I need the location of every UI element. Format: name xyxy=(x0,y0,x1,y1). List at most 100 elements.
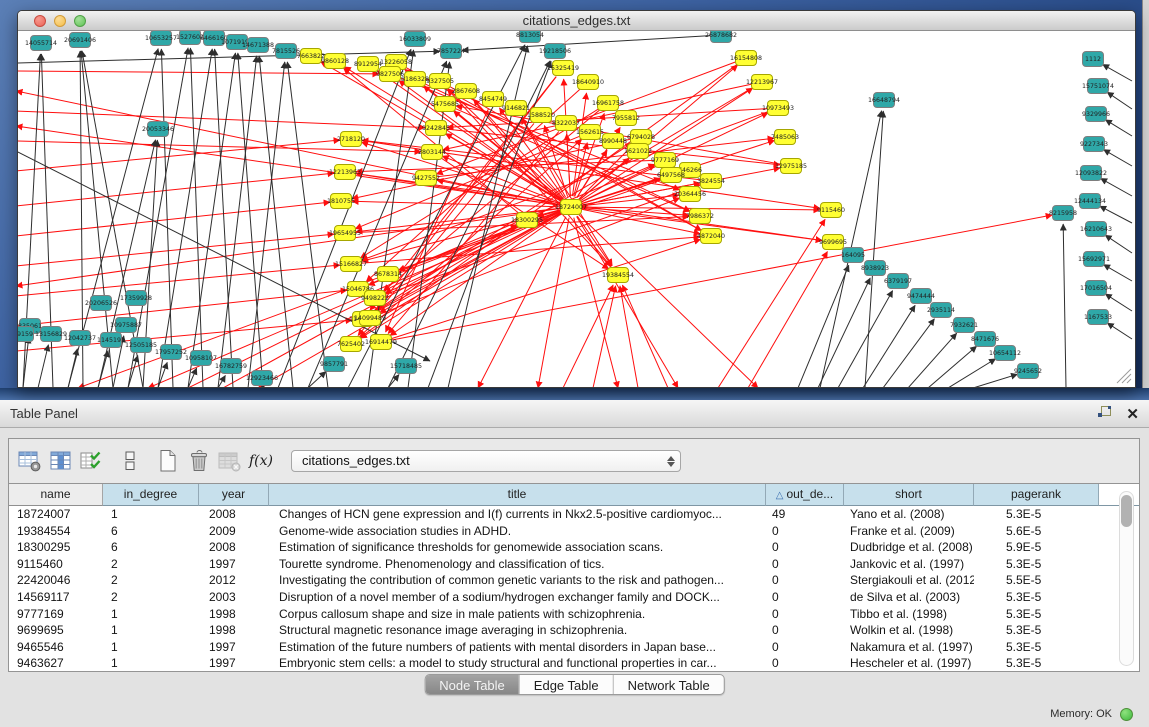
network-window-titlebar[interactable]: citations_edges.txt xyxy=(18,11,1135,31)
table-cell[interactable]: 2003 xyxy=(199,589,269,606)
tab-network-table[interactable]: Network Table xyxy=(613,675,724,694)
table-cell[interactable]: Nakamura et al. (1997) xyxy=(844,639,974,656)
table-body[interactable]: 1872400712008Changes of HCN gene express… xyxy=(9,506,1139,671)
table-cell[interactable]: Wolkin et al. (1998) xyxy=(844,622,974,639)
table-cell[interactable]: 1998 xyxy=(199,622,269,639)
table-cell[interactable]: 2008 xyxy=(199,506,269,523)
table-cell[interactable]: 0 xyxy=(766,572,844,589)
table-cell[interactable]: 6 xyxy=(103,523,199,540)
column-header-out_de[interactable]: △out_de... xyxy=(766,484,844,506)
function-builder-icon[interactable]: f(x) xyxy=(248,448,274,474)
table-selector-dropdown[interactable]: citations_edges.txt xyxy=(291,450,681,472)
table-cell[interactable]: Estimation of significance thresholds fo… xyxy=(269,539,766,556)
column-header-pagerank[interactable]: pagerank xyxy=(974,484,1099,506)
table-cell[interactable]: 5.3E-5 xyxy=(974,589,1099,606)
table-cell[interactable]: 5.3E-5 xyxy=(974,639,1099,656)
table-cell[interactable]: 1 xyxy=(103,506,199,523)
new-column-icon[interactable] xyxy=(17,448,43,474)
table-cell[interactable]: 18300295 xyxy=(9,539,103,556)
table-cell[interactable]: Changes of HCN gene expression and I(f) … xyxy=(269,506,766,523)
table-cell[interactable]: 9777169 xyxy=(9,606,103,623)
network-canvas[interactable]: 1405571420691406106532571527602646616010… xyxy=(18,31,1135,387)
table-cell[interactable]: 9463627 xyxy=(9,655,103,671)
table-header-row[interactable]: namein_degreeyeartitle△out_de...shortpag… xyxy=(9,484,1139,506)
table-cell[interactable]: 0 xyxy=(766,622,844,639)
table-row[interactable]: 2242004622012Investigating the contribut… xyxy=(9,572,1139,589)
table-row[interactable]: 977716911998Corpus callosum shape and si… xyxy=(9,606,1139,623)
table-cell[interactable]: 1 xyxy=(103,655,199,671)
column-header-in_degree[interactable]: in_degree xyxy=(103,484,199,506)
edit-table-values-icon[interactable] xyxy=(79,448,105,474)
new-table-icon[interactable] xyxy=(155,448,181,474)
table-cell[interactable]: 2 xyxy=(103,556,199,573)
table-row[interactable]: 1830029562008Estimation of significance … xyxy=(9,539,1139,556)
table-cell[interactable]: 5.9E-5 xyxy=(974,539,1099,556)
table-cell[interactable]: 0 xyxy=(766,523,844,540)
table-cell[interactable]: 1997 xyxy=(199,639,269,656)
network-graph[interactable]: 1405571420691406106532571527602646616010… xyxy=(18,31,1135,387)
table-cell[interactable]: 1997 xyxy=(199,655,269,671)
table-cell[interactable]: 6 xyxy=(103,539,199,556)
table-cell[interactable]: 0 xyxy=(766,639,844,656)
table-cell[interactable]: Franke et al. (2009) xyxy=(844,523,974,540)
table-cell[interactable]: Corpus callosum shape and size in male p… xyxy=(269,606,766,623)
tab-edge-table[interactable]: Edge Table xyxy=(519,675,613,694)
table-cell[interactable]: Disruption of a novel member of a sodium… xyxy=(269,589,766,606)
table-cell[interactable]: 5.3E-5 xyxy=(974,622,1099,639)
tab-node-table[interactable]: Node Table xyxy=(425,675,519,694)
table-cell[interactable]: 1 xyxy=(103,639,199,656)
table-cell[interactable]: Estimation of the future numbers of pati… xyxy=(269,639,766,656)
table-row[interactable]: 946554611997Estimation of the future num… xyxy=(9,639,1139,656)
table-cell[interactable]: 5.3E-5 xyxy=(974,506,1099,523)
table-cell[interactable]: 14569117 xyxy=(9,589,103,606)
table-cell[interactable]: Investigating the contribution of common… xyxy=(269,572,766,589)
table-scrollbar-thumb[interactable] xyxy=(1121,495,1132,527)
table-cell[interactable]: 18724007 xyxy=(9,506,103,523)
table-cell[interactable]: 9465546 xyxy=(9,639,103,656)
table-cell[interactable]: 22420046 xyxy=(9,572,103,589)
table-row[interactable]: 969969511998Structural magnetic resonanc… xyxy=(9,622,1139,639)
table-cell[interactable]: Yano et al. (2008) xyxy=(844,506,974,523)
table-cell[interactable]: Jankovic et al. (1997) xyxy=(844,556,974,573)
table-cell[interactable]: 0 xyxy=(766,556,844,573)
table-cell[interactable]: 2008 xyxy=(199,539,269,556)
table-cell[interactable]: 5.5E-5 xyxy=(974,572,1099,589)
table-cell[interactable]: Hescheler et al. (1997) xyxy=(844,655,974,671)
table-cell[interactable]: 1 xyxy=(103,606,199,623)
table-cell[interactable]: 2009 xyxy=(199,523,269,540)
column-header-year[interactable]: year xyxy=(199,484,269,506)
table-cell[interactable]: 0 xyxy=(766,655,844,671)
table-cell[interactable]: 0 xyxy=(766,539,844,556)
table-cell[interactable]: 9115460 xyxy=(9,556,103,573)
table-cell[interactable]: 19384554 xyxy=(9,523,103,540)
table-row[interactable]: 911546021997Tourette syndrome. Phenomeno… xyxy=(9,556,1139,573)
table-cell[interactable]: 1 xyxy=(103,622,199,639)
table-row[interactable]: 1938455462009Genome-wide association stu… xyxy=(9,523,1139,540)
table-cell[interactable]: 9699695 xyxy=(9,622,103,639)
table-cell[interactable]: Embryonic stem cells: a model to study s… xyxy=(269,655,766,671)
table-cell[interactable]: 5.3E-5 xyxy=(974,556,1099,573)
table-cell[interactable]: Structural magnetic resonance image aver… xyxy=(269,622,766,639)
table-cell[interactable]: 2012 xyxy=(199,572,269,589)
table-cell[interactable]: 1997 xyxy=(199,556,269,573)
column-header-title[interactable]: title xyxy=(269,484,766,506)
row-height-icon[interactable] xyxy=(117,448,143,474)
table-cell[interactable]: 49 xyxy=(766,506,844,523)
table-cell[interactable]: Dudbridge et al. (2008) xyxy=(844,539,974,556)
table-cell[interactable]: de Silva et al. (2003) xyxy=(844,589,974,606)
table-cell[interactable]: Tibbo et al. (1998) xyxy=(844,606,974,623)
table-cell[interactable]: Tourette syndrome. Phenomenology and cla… xyxy=(269,556,766,573)
table-cell[interactable]: 5.6E-5 xyxy=(974,523,1099,540)
table-row[interactable]: 946362711997Embryonic stem cells: a mode… xyxy=(9,655,1139,671)
table-row[interactable]: 1872400712008Changes of HCN gene express… xyxy=(9,506,1139,523)
close-panel-icon[interactable]: ✕ xyxy=(1126,407,1139,422)
column-header-name[interactable]: name xyxy=(9,484,103,506)
table-cell[interactable]: 5.3E-5 xyxy=(974,655,1099,671)
table-cell[interactable]: 0 xyxy=(766,606,844,623)
table-row[interactable]: 1456911722003Disruption of a novel membe… xyxy=(9,589,1139,606)
column-header-short[interactable]: short xyxy=(844,484,974,506)
table-cell[interactable]: 1998 xyxy=(199,606,269,623)
canvas-resize-handle[interactable] xyxy=(1113,365,1133,385)
table-cell[interactable]: 2 xyxy=(103,589,199,606)
table-cell[interactable]: 2 xyxy=(103,572,199,589)
